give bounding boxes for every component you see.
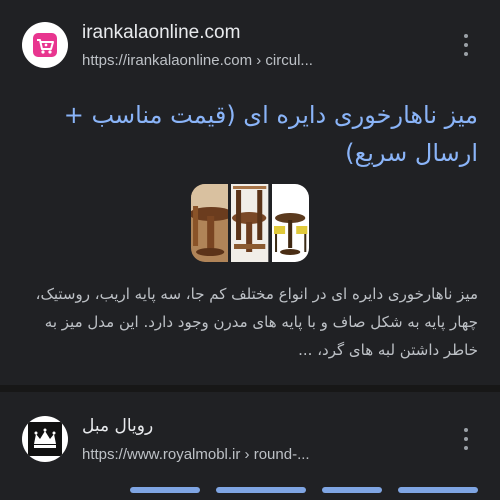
search-result-2: رویال مبل https://www.royalmobl.ir › rou…: [0, 392, 500, 500]
thumbnail-strip[interactable]: [191, 184, 309, 262]
round-dining-table-image-3[interactable]: [271, 184, 309, 262]
result-title-link[interactable]: میز ناهارخوری دایره ای (قیمت مناسب + ارس…: [20, 96, 478, 172]
site-url[interactable]: https://www.royalmobl.ir › round-...: [82, 446, 310, 463]
result-snippet: میز ناهارخوری دایره ای در انواع مختلف کم…: [35, 285, 478, 359]
round-dining-table-image-1[interactable]: [191, 184, 229, 262]
site-url[interactable]: https://irankalaonline.com › circul...: [82, 52, 313, 69]
result-divider: [0, 385, 500, 392]
shopping-cart-icon: [22, 22, 68, 68]
site-header[interactable]: irankalaonline.com https://irankalaonlin…: [22, 22, 480, 78]
more-vert-icon[interactable]: [460, 34, 472, 56]
search-result-1: irankalaonline.com https://irankalaonlin…: [0, 0, 500, 385]
result-title-link-partial[interactable]: [78, 480, 478, 500]
site-name[interactable]: irankalaonline.com: [82, 22, 240, 44]
more-vert-icon[interactable]: [460, 428, 472, 450]
site-name[interactable]: رویال مبل: [82, 416, 153, 436]
round-dining-table-image-2[interactable]: [231, 184, 269, 262]
royal-crown-icon: [22, 416, 68, 462]
site-header[interactable]: رویال مبل https://www.royalmobl.ir › rou…: [22, 416, 480, 472]
